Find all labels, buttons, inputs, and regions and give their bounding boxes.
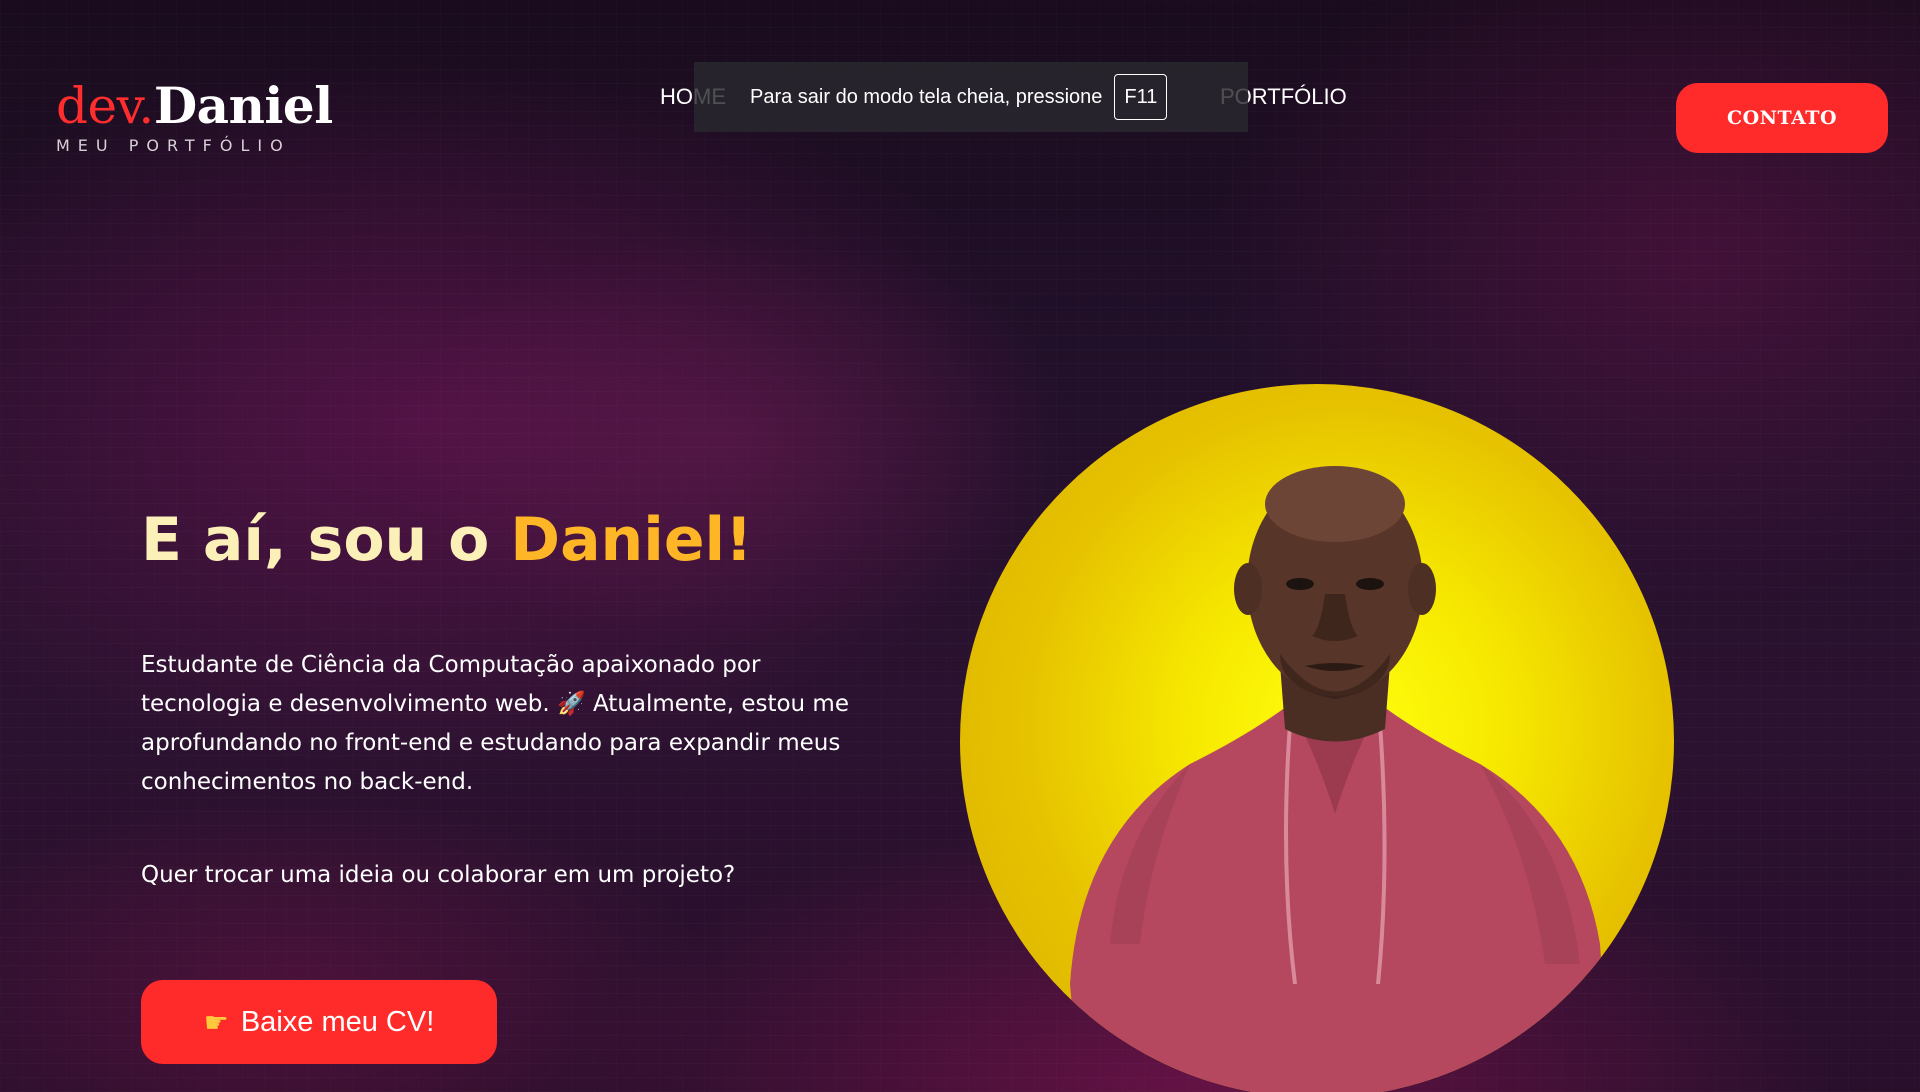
hero-title: E aí, sou o Daniel! xyxy=(141,500,752,580)
logo-subtitle: MEU PORTFÓLIO xyxy=(56,136,291,155)
profile-photo xyxy=(960,384,1674,1092)
logo-prefix: dev. xyxy=(56,77,154,135)
download-cv-label: Baixe meu CV! xyxy=(240,1005,435,1038)
contact-button[interactable]: CONTATO xyxy=(1676,83,1888,153)
hero-question: Quer trocar uma ideia ou colaborar em um… xyxy=(141,862,736,888)
download-cv-button[interactable]: ☛ Baixe meu CV! xyxy=(141,980,497,1064)
fullscreen-notification: Para sair do modo tela cheia, pressione … xyxy=(694,62,1248,132)
site-logo[interactable]: dev.Daniel MEU PORTFÓLIO xyxy=(56,76,356,156)
f11-key-hint: F11 xyxy=(1114,74,1168,120)
hero-description: Estudante de Ciência da Computação apaix… xyxy=(141,652,849,795)
fullscreen-message: Para sair do modo tela cheia, pressione xyxy=(750,85,1103,108)
pointing-hand-icon: ☛ xyxy=(203,1006,229,1038)
logo-name: Daniel xyxy=(153,76,333,135)
profile-person-illustration xyxy=(1070,466,1610,1092)
logo-wordmark: dev.Daniel xyxy=(56,76,356,135)
hero-title-prefix: E aí, sou o xyxy=(141,505,511,575)
hero-title-name: Daniel! xyxy=(510,505,753,575)
